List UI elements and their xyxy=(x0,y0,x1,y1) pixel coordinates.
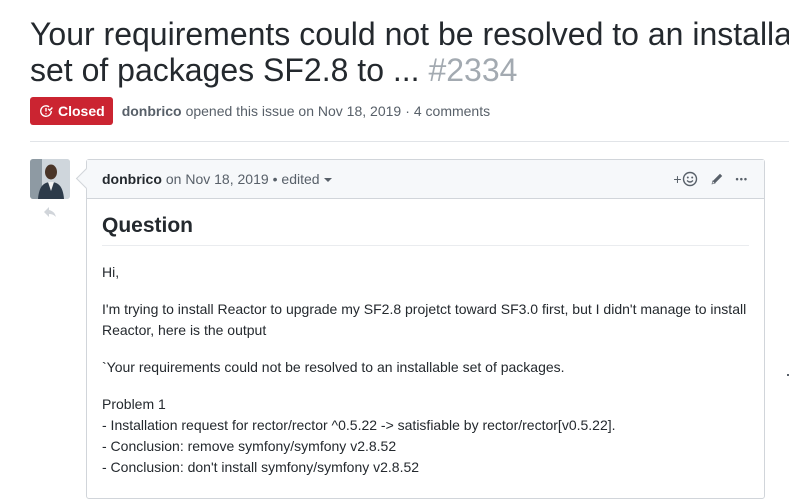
issue-title: Your requirements could not be resolved … xyxy=(30,16,789,88)
problem-block: Problem 1 - Installation request for rec… xyxy=(102,394,749,478)
status-badge-label: Closed xyxy=(58,103,105,119)
issue-title-line-2: set of packages SF2.8 to ... #2334 xyxy=(30,52,789,88)
more-options-button[interactable]: ••• xyxy=(736,174,748,184)
problem-title: Problem 1 xyxy=(102,396,166,412)
comment-heading: Question xyxy=(102,213,749,246)
issue-closed-icon xyxy=(40,105,53,117)
comment-paragraph-1: I'm trying to install Reactor to upgrade… xyxy=(102,301,747,338)
issue-opened-text: opened this issue on Nov 18, 2019 xyxy=(185,103,402,119)
add-reaction-button[interactable]: + xyxy=(673,171,697,187)
smiley-icon xyxy=(682,171,697,187)
pencil-icon xyxy=(711,173,722,185)
header-divider xyxy=(30,141,789,142)
issue-number: #2334 xyxy=(428,52,518,88)
edited-dropdown[interactable]: • edited xyxy=(273,171,332,187)
edit-button[interactable] xyxy=(710,172,724,186)
issue-author-link[interactable]: donbrico xyxy=(122,103,182,119)
avatar-image xyxy=(30,159,70,199)
list-item: - Conclusion: don't install symfony/symf… xyxy=(102,459,420,475)
kebab-icon: ••• xyxy=(735,174,748,184)
comment-box: donbrico on Nov 18, 2019 • edited + ••• … xyxy=(86,159,765,499)
status-badge: Closed xyxy=(30,97,113,125)
comments-count: 4 comments xyxy=(413,103,491,119)
reply-icon[interactable] xyxy=(43,206,57,218)
edited-label: • edited xyxy=(272,171,320,187)
comment-header: donbrico on Nov 18, 2019 • edited + ••• xyxy=(87,160,764,199)
comment-paragraph-2: `Your requirements could not be resolved… xyxy=(102,359,565,375)
comment-greeting: Hi, xyxy=(102,264,120,280)
comment-actions: + ••• xyxy=(673,160,748,198)
list-item: - Conclusion: remove symfony/symfony v2.… xyxy=(102,438,397,454)
comment-body: Question Hi, I'm trying to install React… xyxy=(87,213,764,478)
reaction-plus: + xyxy=(673,171,682,187)
meta-separator: · xyxy=(405,103,410,119)
chevron-down-icon xyxy=(323,178,332,183)
comment-date[interactable]: on Nov 18, 2019 xyxy=(166,171,269,187)
issue-meta: Closed donbrico opened this issue on Nov… xyxy=(30,97,490,125)
avatar[interactable] xyxy=(30,159,70,199)
issue-title-text: set of packages SF2.8 to ... xyxy=(30,52,420,88)
comment-author-link[interactable]: donbrico xyxy=(102,171,162,187)
issue-title-line-1: Your requirements could not be resolved … xyxy=(30,16,789,52)
list-item: - Installation request for rector/rector… xyxy=(102,417,616,433)
